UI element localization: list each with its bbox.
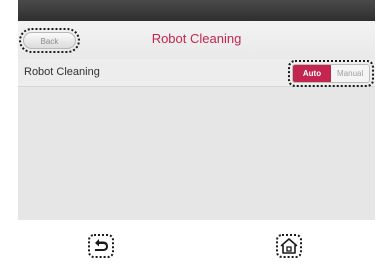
robot-cleaning-screen: Back Robot Cleaning Robot Cleaning Auto …: [18, 0, 375, 220]
status-bar: [18, 0, 375, 21]
page-title: Robot Cleaning: [151, 31, 242, 46]
manual-option[interactable]: Manual: [331, 65, 369, 82]
return-button[interactable]: [88, 234, 114, 258]
robot-cleaning-label: Robot Cleaning: [24, 66, 100, 78]
robot-cleaning-row: Robot Cleaning Auto Manual: [18, 59, 375, 87]
auto-option[interactable]: Auto: [293, 65, 331, 82]
header-bar: Back Robot Cleaning: [18, 21, 375, 60]
home-icon: [280, 238, 298, 254]
home-button[interactable]: [276, 234, 302, 258]
mode-toggle[interactable]: Auto Manual: [288, 60, 374, 87]
return-arrow-icon: [95, 239, 108, 251]
